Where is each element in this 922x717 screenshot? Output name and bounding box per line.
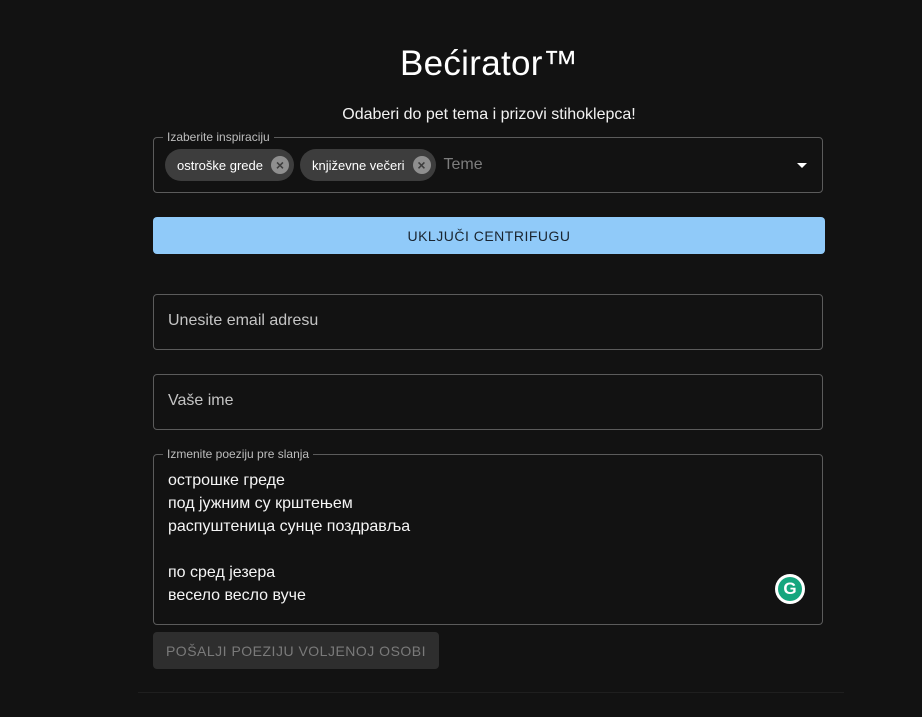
poem-line: распуштеница сунце поздравља <box>168 518 411 535</box>
page-title: Bećirator™ <box>399 44 579 83</box>
poem-text: острошке греде под јужним су крштењем ра… <box>168 469 410 607</box>
cancel-icon[interactable]: × <box>412 156 431 174</box>
poem-line: острошке греде <box>168 472 285 489</box>
name-placeholder: Vaše ime <box>168 392 234 409</box>
theme-chips: ostroške grede × književne večeri × Teme <box>165 149 483 181</box>
poem-line <box>168 538 410 561</box>
enable-centrifuge-button[interactable]: UKLJUČI CENTRIFUGU <box>153 217 825 254</box>
theme-chip[interactable]: ostroške grede × <box>165 149 294 181</box>
page-subtitle: Odaberi do pet tema i prizovi stihoklepc… <box>342 106 636 123</box>
poem-textarea-label: Izmenite poeziju pre slanja <box>163 447 314 461</box>
email-field[interactable]: Unesite email adresu <box>153 294 823 350</box>
grammarly-icon[interactable]: G <box>775 574 805 604</box>
grammarly-icon-glyph: G <box>778 577 802 601</box>
theme-select[interactable]: Izaberite inspiraciju ostroške grede × k… <box>153 130 823 193</box>
divider <box>138 692 844 693</box>
send-poem-button[interactable]: POŠALJI POEZIJU VOLJENOJ OSOBI <box>153 632 439 669</box>
theme-select-label: Izaberite inspiraciju <box>163 130 274 144</box>
theme-chip-label: književne večeri <box>312 157 405 173</box>
theme-chip[interactable]: književne večeri × <box>300 149 436 181</box>
name-field[interactable]: Vaše ime <box>153 374 823 430</box>
poem-textarea[interactable]: Izmenite poeziju pre slanja острошке гре… <box>153 447 823 625</box>
arrow-drop-down-icon[interactable] <box>797 163 807 168</box>
poem-line: по сред језера <box>168 564 276 581</box>
theme-select-placeholder[interactable]: Teme <box>444 156 483 174</box>
theme-chip-label: ostroške grede <box>177 157 263 173</box>
email-placeholder: Unesite email adresu <box>168 312 319 329</box>
page: Bećirator™ Odaberi do pet tema i prizovi… <box>0 0 922 717</box>
poem-line: весело весло вуче <box>168 587 306 604</box>
poem-line: под јужним су крштењем <box>168 495 353 512</box>
cancel-icon[interactable]: × <box>271 156 289 174</box>
